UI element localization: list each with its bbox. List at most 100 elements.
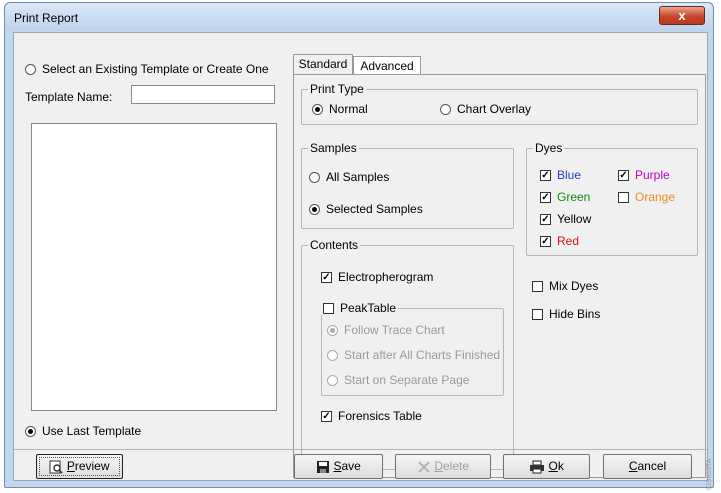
button-bar-divider	[14, 449, 707, 450]
dye-blue-checkbox[interactable]: ✓	[540, 170, 551, 182]
peaktable-group: PeakTable Follow Trace Chart Start after…	[321, 301, 504, 396]
dye-purple-checkbox[interactable]: ✓	[618, 170, 629, 182]
preview-label: review	[74, 459, 110, 473]
electropherogram-checkbox[interactable]: ✓	[321, 272, 332, 284]
dye-yellow[interactable]: ✓ Yellow	[540, 212, 591, 226]
print-type-chart-overlay[interactable]: Chart Overlay	[440, 102, 531, 116]
start-separate-option[interactable]: Start on Separate Page	[327, 373, 469, 387]
dye-green-checkbox[interactable]: ✓	[540, 192, 551, 204]
use-last-template-radio[interactable]	[25, 426, 36, 438]
select-template-option[interactable]: Select an Existing Template or Create On…	[25, 62, 269, 76]
forensics-table-option[interactable]: ✓ Forensics Table	[321, 409, 422, 423]
use-last-template-option[interactable]: Use Last Template	[25, 424, 141, 438]
dye-blue[interactable]: ✓ Blue	[540, 168, 581, 182]
all-samples-label: All Samples	[326, 170, 390, 184]
chart-overlay-label: Chart Overlay	[457, 102, 532, 116]
chart-overlay-radio[interactable]	[440, 104, 451, 116]
delete-button[interactable]: Delete	[395, 454, 491, 479]
dye-red[interactable]: ✓ Red	[540, 234, 579, 248]
delete-x-icon	[418, 461, 430, 473]
window-title: Print Report	[14, 11, 79, 25]
figure-watermark: IG9953TA	[706, 458, 713, 490]
start-after-option[interactable]: Start after All Charts Finished	[327, 348, 500, 362]
cancel-button[interactable]: Cancel	[603, 454, 692, 479]
save-button[interactable]: Save	[294, 454, 383, 479]
delete-mnemonic: D	[434, 459, 443, 473]
print-type-normal[interactable]: Normal	[312, 102, 368, 116]
select-template-label: Select an Existing Template or Create On…	[42, 62, 269, 76]
title-bar: Print Report x	[5, 3, 713, 31]
dye-blue-label: Blue	[557, 168, 582, 182]
dye-orange[interactable]: Orange	[618, 190, 675, 204]
tab-advanced[interactable]: Advanced	[353, 56, 421, 75]
preview-icon	[49, 460, 64, 474]
peaktable-label: PeakTable	[340, 301, 397, 315]
preview-button[interactable]: Preview	[36, 454, 123, 479]
tab-standard[interactable]: Standard	[293, 54, 353, 75]
start-separate-label: Start on Separate Page	[344, 373, 470, 387]
dye-yellow-label: Yellow	[557, 212, 592, 226]
close-button[interactable]: x	[659, 6, 705, 25]
ok-label: k	[557, 459, 564, 473]
print-type-title: Print Type	[308, 82, 366, 96]
use-last-template-label: Use Last Template	[42, 424, 142, 438]
all-samples-radio[interactable]	[309, 172, 320, 184]
preview-mnemonic: P	[66, 459, 75, 473]
contents-title: Contents	[308, 238, 361, 252]
ok-button[interactable]: Ok	[503, 454, 590, 479]
electropherogram-option[interactable]: ✓ Electropherogram	[321, 270, 433, 284]
mix-dyes-option[interactable]: Mix Dyes	[532, 279, 598, 293]
samples-group: Samples All Samples Selected Samples	[301, 141, 514, 229]
follow-trace-radio[interactable]	[327, 325, 338, 337]
hide-bins-checkbox[interactable]	[532, 309, 543, 321]
save-mnemonic: S	[333, 459, 342, 473]
cancel-label: ancel	[637, 459, 667, 473]
start-separate-radio[interactable]	[327, 375, 338, 387]
start-after-label: Start after All Charts Finished	[344, 348, 501, 362]
samples-selected[interactable]: Selected Samples	[309, 202, 423, 216]
follow-trace-label: Follow Trace Chart	[344, 323, 445, 337]
dye-orange-label: Orange	[635, 190, 676, 204]
dyes-title: Dyes	[533, 141, 565, 155]
mix-dyes-checkbox[interactable]	[532, 281, 543, 293]
selected-samples-label: Selected Samples	[326, 202, 423, 216]
follow-trace-option[interactable]: Follow Trace Chart	[327, 323, 445, 337]
printer-icon	[530, 460, 545, 474]
template-name-label: Template Name:	[25, 90, 113, 104]
dye-red-checkbox[interactable]: ✓	[540, 236, 551, 248]
hide-bins-option[interactable]: Hide Bins	[532, 307, 600, 321]
dye-green-label: Green	[557, 190, 591, 204]
hide-bins-label: Hide Bins	[549, 307, 601, 321]
peaktable-checkbox[interactable]	[323, 303, 334, 315]
dialog-client-area: Select an Existing Template or Create On…	[13, 32, 708, 481]
dye-green[interactable]: ✓ Green	[540, 190, 590, 204]
print-type-group: Print Type Normal Chart Overlay	[301, 82, 698, 125]
select-template-radio[interactable]	[25, 64, 36, 76]
mix-dyes-label: Mix Dyes	[549, 279, 599, 293]
normal-radio[interactable]	[312, 104, 323, 116]
standard-tab-panel: Print Type Normal Chart Overlay Samples …	[293, 74, 706, 478]
tab-strip: Standard Advanced	[293, 51, 433, 75]
samples-title: Samples	[308, 141, 359, 155]
dye-purple-label: Purple	[635, 168, 670, 182]
forensics-table-label: Forensics Table	[338, 409, 422, 423]
template-list[interactable]	[31, 123, 277, 411]
dye-yellow-checkbox[interactable]: ✓	[540, 214, 551, 226]
forensics-table-checkbox[interactable]: ✓	[321, 411, 332, 423]
electropherogram-label: Electropherogram	[338, 270, 434, 284]
dye-purple[interactable]: ✓ Purple	[618, 168, 670, 182]
template-name-input[interactable]	[131, 85, 275, 104]
print-report-window: Print Report x Select an Existing Templa…	[4, 2, 714, 488]
contents-group: Contents ✓ Electropherogram PeakTable Fol…	[301, 238, 514, 470]
start-after-radio[interactable]	[327, 350, 338, 362]
selected-samples-radio[interactable]	[309, 204, 320, 216]
peaktable-option[interactable]: PeakTable	[321, 301, 399, 315]
samples-all[interactable]: All Samples	[309, 170, 389, 184]
floppy-disk-icon	[317, 460, 330, 473]
dye-red-label: Red	[557, 234, 580, 248]
dye-orange-checkbox[interactable]	[618, 192, 629, 204]
normal-label: Normal	[329, 102, 368, 116]
delete-label: elete	[442, 459, 470, 473]
ok-mnemonic: O	[548, 459, 558, 473]
dyes-group: Dyes ✓ Blue ✓ Purple ✓ Green Orange ✓ Yellow	[526, 141, 698, 256]
